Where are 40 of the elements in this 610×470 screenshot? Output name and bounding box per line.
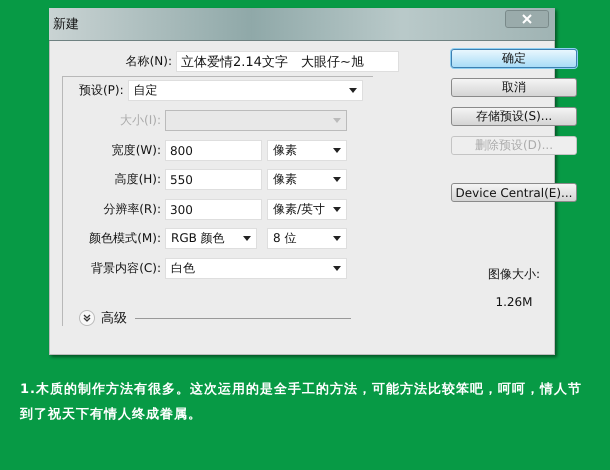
field-label: 大小(I): [119, 112, 162, 130]
caret-icon [333, 266, 341, 271]
bit-depth-dropdown[interactable]: 8 位 [267, 228, 347, 250]
number-field[interactable]: 800 [165, 140, 262, 161]
field-label: 颜色模式(M): [88, 230, 162, 248]
field-label: 宽度(W): [110, 142, 162, 159]
image-size-value: 1.26M [495, 295, 533, 309]
expand-button[interactable] [79, 310, 95, 326]
unit-dropdown[interactable]: 像素 [267, 169, 347, 190]
field-label: 名称(N): [124, 52, 173, 70]
caret-icon [333, 118, 341, 124]
unit-dropdown[interactable]: 像素/英寸 [267, 198, 347, 220]
field-label: 预设(P): [79, 82, 124, 98]
background-dropdown[interactable]: 白色 [165, 258, 347, 279]
image-size-label: 图像大小: [488, 266, 540, 283]
color-mode-dropdown[interactable]: RGB 颜色 [165, 228, 257, 250]
name-field[interactable]: 立体爱情2.14文字 大眼仔~旭 [176, 50, 399, 72]
field-label: 背景内容(C): [90, 260, 162, 277]
caret-icon [333, 236, 341, 242]
window-title: 新建 [53, 16, 79, 33]
caret-icon [333, 148, 341, 153]
chevron-down-icon [83, 314, 91, 322]
close-icon [522, 14, 532, 24]
field-label: 高度(H): [114, 171, 162, 188]
caret-icon [243, 236, 251, 242]
close-button[interactable] [505, 10, 549, 28]
caret-icon [348, 88, 357, 92]
number-field[interactable]: 300 [165, 198, 262, 220]
number-field[interactable]: 550 [165, 169, 262, 190]
dialog-button[interactable]: Device Central(E)... [451, 183, 577, 202]
dialog-button[interactable]: 确定 [451, 49, 577, 68]
advanced-label: 高级 [101, 310, 127, 327]
dialog-button[interactable]: 取消 [451, 78, 577, 97]
dialog-button[interactable]: 存储预设(S)... [451, 107, 577, 126]
field-label: 分辨率(R): [102, 200, 162, 218]
caret-icon [333, 177, 341, 182]
preset-dropdown[interactable]: 自定 [128, 80, 363, 100]
unit-dropdown[interactable]: 像素 [267, 140, 347, 161]
caret-icon [333, 206, 341, 212]
caption-text: 1.木质的制作方法有很多。这次运用的是全手工的方法，可能方法比较笨吧，呵呵，情人节到了祝天下有情人终成眷属。 [20, 380, 582, 424]
